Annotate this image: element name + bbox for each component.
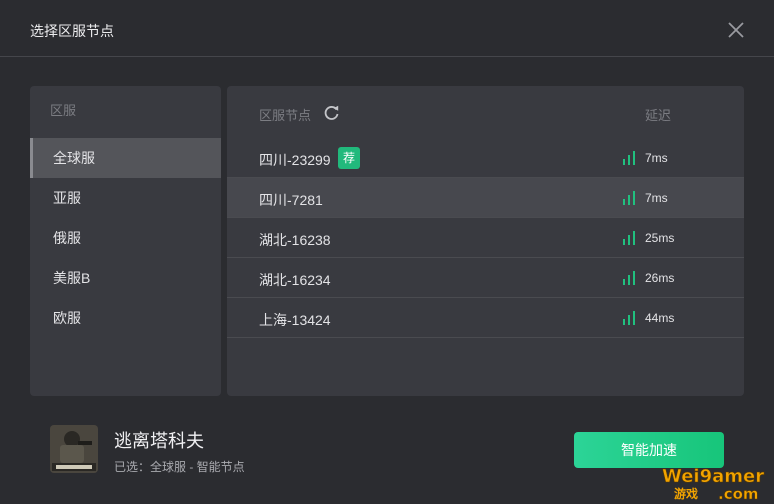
node-latency: 7ms (645, 151, 668, 165)
region-item-asia[interactable]: 亚服 (30, 178, 221, 218)
node-latency: 26ms (645, 271, 675, 285)
node-latency: 7ms (645, 191, 668, 205)
node-latency: 44ms (645, 311, 675, 325)
node-name: 上海-13424 (259, 312, 331, 328)
svg-text:.com: .com (718, 485, 759, 502)
signal-icon (622, 151, 636, 165)
selection-summary: 已选：全球服 - 智能节点 (114, 460, 245, 474)
dialog-header: 选择区服节点 (0, 0, 774, 57)
refresh-icon[interactable] (323, 104, 340, 121)
latency-header: 延迟 (645, 108, 672, 123)
node-row[interactable]: 四川-23299 荐 7ms (227, 138, 744, 178)
svg-text:游戏: 游戏 (674, 486, 698, 501)
game-cover-icon (50, 425, 98, 473)
watermark-logo: Wei9amer .com 游戏 (660, 462, 772, 504)
region-header: 区服 (50, 103, 77, 118)
region-item-label: 欧服 (53, 310, 81, 326)
signal-icon (622, 311, 636, 325)
close-icon[interactable] (726, 20, 746, 40)
node-name: 湖北-16238 (259, 232, 331, 248)
region-list: 全球服 亚服 俄服 美服B 欧服 (30, 138, 221, 338)
node-latency: 25ms (645, 231, 675, 245)
node-name: 四川-23299 (259, 152, 331, 168)
dialog-title: 选择区服节点 (30, 23, 114, 39)
region-item-label: 全球服 (53, 150, 95, 166)
node-name: 四川-7281 (259, 192, 323, 208)
region-item-us-b[interactable]: 美服B (30, 258, 221, 298)
region-item-global[interactable]: 全球服 (30, 138, 221, 178)
node-name: 湖北-16234 (259, 272, 331, 288)
region-item-europe[interactable]: 欧服 (30, 298, 221, 338)
node-panel: 区服节点 延迟 四川-23299 荐 7ms 四川-7281 7ms 湖北-16… (227, 86, 744, 396)
node-row[interactable]: 湖北-16238 25ms (227, 218, 744, 258)
node-row[interactable]: 四川-7281 7ms (227, 178, 744, 218)
signal-icon (622, 271, 636, 285)
node-list: 四川-23299 荐 7ms 四川-7281 7ms 湖北-16238 25ms… (227, 138, 744, 338)
node-header: 区服节点 (259, 108, 312, 123)
game-name: 逃离塔科夫 (114, 431, 204, 451)
region-item-russia[interactable]: 俄服 (30, 218, 221, 258)
svg-text:Wei9amer: Wei9amer (662, 466, 764, 487)
recommended-badge: 荐 (338, 147, 360, 169)
node-row[interactable]: 上海-13424 44ms (227, 298, 744, 338)
region-panel: 区服 全球服 亚服 俄服 美服B 欧服 (30, 86, 221, 396)
region-item-label: 美服B (53, 270, 91, 286)
region-item-label: 亚服 (53, 190, 81, 206)
node-row[interactable]: 湖北-16234 26ms (227, 258, 744, 298)
signal-icon (622, 191, 636, 205)
region-item-label: 俄服 (53, 230, 81, 246)
signal-icon (622, 231, 636, 245)
